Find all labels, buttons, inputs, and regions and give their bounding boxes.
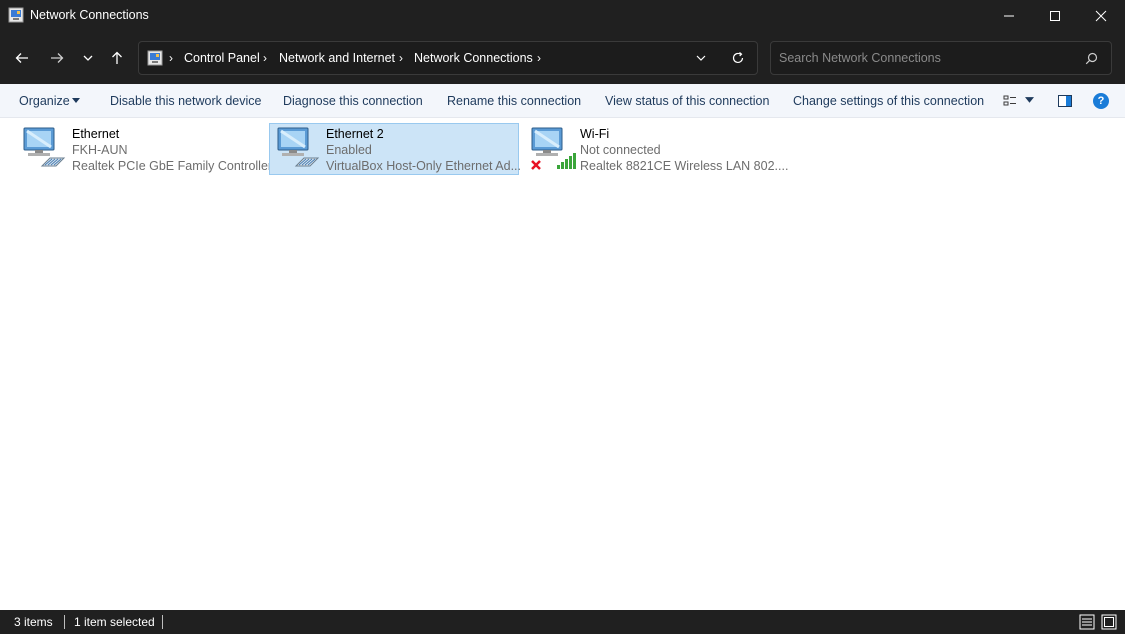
up-button[interactable]	[105, 46, 129, 70]
breadcrumb-control-panel[interactable]: Control Panel	[184, 51, 260, 65]
back-button[interactable]	[10, 46, 34, 70]
preview-pane-icon[interactable]	[1058, 94, 1072, 108]
caret-down-icon[interactable]	[72, 98, 80, 104]
connection-item-wifi[interactable]: Wi-Fi Not connected Realtek 8821CE Wirel…	[523, 123, 788, 175]
arrow-right-icon	[51, 53, 64, 63]
refresh-icon[interactable]	[731, 51, 745, 65]
recent-locations-button[interactable]	[76, 46, 100, 70]
disable-device-button[interactable]: Disable this network device	[110, 94, 261, 108]
breadcrumb-chevron-icon[interactable]: ›	[169, 51, 173, 65]
organize-button[interactable]: Organize	[19, 94, 70, 108]
status-divider	[64, 615, 65, 629]
breadcrumb-chevron-icon[interactable]: ›	[537, 51, 541, 65]
connection-device: VirtualBox Host-Only Ethernet Ad...	[326, 159, 522, 173]
change-view-icon[interactable]	[1003, 94, 1017, 108]
connection-name: Ethernet 2	[326, 127, 384, 141]
control-panel-icon	[147, 50, 163, 66]
breadcrumb-network-and-internet[interactable]: Network and Internet	[279, 51, 395, 65]
connection-status: Not connected	[580, 143, 661, 157]
command-bar: Organize Disable this network device Dia…	[0, 84, 1125, 118]
arrow-up-icon	[112, 51, 122, 64]
wifi-disconnected-icon	[531, 127, 576, 170]
maximize-button[interactable]	[1032, 0, 1078, 32]
search-input[interactable]: Search Network Connections	[779, 51, 941, 65]
selection-count: 1 item selected	[74, 615, 155, 629]
connection-status: FKH-AUN	[72, 143, 128, 157]
address-bar[interactable]: › Control Panel › Network and Internet ›…	[138, 41, 758, 75]
details-view-icon[interactable]	[1079, 614, 1095, 630]
search-box[interactable]: Search Network Connections	[770, 41, 1112, 75]
connection-name: Wi-Fi	[580, 127, 610, 141]
connection-device: Realtek 8821CE Wireless LAN 802....	[580, 159, 789, 173]
arrow-left-icon	[15, 53, 28, 63]
minimize-icon	[1004, 15, 1014, 17]
help-button[interactable]: ?	[1093, 93, 1109, 109]
status-bar: 3 items 1 item selected	[0, 610, 1125, 634]
view-status-button[interactable]: View status of this connection	[605, 94, 769, 108]
status-divider	[162, 615, 163, 629]
navigation-bar: › Control Panel › Network and Internet ›…	[0, 32, 1125, 84]
view-options-dropdown-icon[interactable]	[1025, 97, 1034, 104]
breadcrumb-chevron-icon[interactable]: ›	[263, 51, 267, 65]
breadcrumb-chevron-icon[interactable]: ›	[399, 51, 403, 65]
title-bar: Network Connections	[0, 0, 1125, 32]
large-icons-view-icon[interactable]	[1101, 614, 1117, 630]
item-count: 3 items	[14, 615, 53, 629]
close-icon	[1095, 10, 1107, 22]
chevron-down-icon	[83, 55, 93, 61]
connection-item-ethernet[interactable]: Ethernet FKH-AUN Realtek PCIe GbE Family…	[15, 123, 272, 175]
ethernet-icon	[23, 127, 66, 167]
connection-status: Enabled	[326, 143, 372, 157]
ethernet-icon	[277, 127, 320, 167]
change-settings-button[interactable]: Change settings of this connection	[793, 94, 984, 108]
rename-connection-button[interactable]: Rename this connection	[447, 94, 581, 108]
search-icon	[1085, 52, 1098, 65]
connection-device: Realtek PCIe GbE Family Controller	[72, 159, 273, 173]
close-button[interactable]	[1078, 0, 1124, 32]
breadcrumb-network-connections[interactable]: Network Connections	[414, 51, 533, 65]
connection-name: Ethernet	[72, 127, 120, 141]
connection-item-ethernet-2[interactable]: Ethernet 2 Enabled VirtualBox Host-Only …	[269, 123, 522, 175]
connections-list: Ethernet FKH-AUN Realtek PCIe GbE Family…	[0, 118, 1125, 610]
address-dropdown-icon[interactable]	[695, 52, 707, 64]
minimize-button[interactable]	[986, 0, 1032, 32]
diagnose-connection-button[interactable]: Diagnose this connection	[283, 94, 423, 108]
forward-button[interactable]	[45, 46, 69, 70]
window-title: Network Connections	[30, 8, 149, 22]
control-panel-icon	[8, 7, 24, 23]
maximize-icon	[1050, 11, 1060, 21]
